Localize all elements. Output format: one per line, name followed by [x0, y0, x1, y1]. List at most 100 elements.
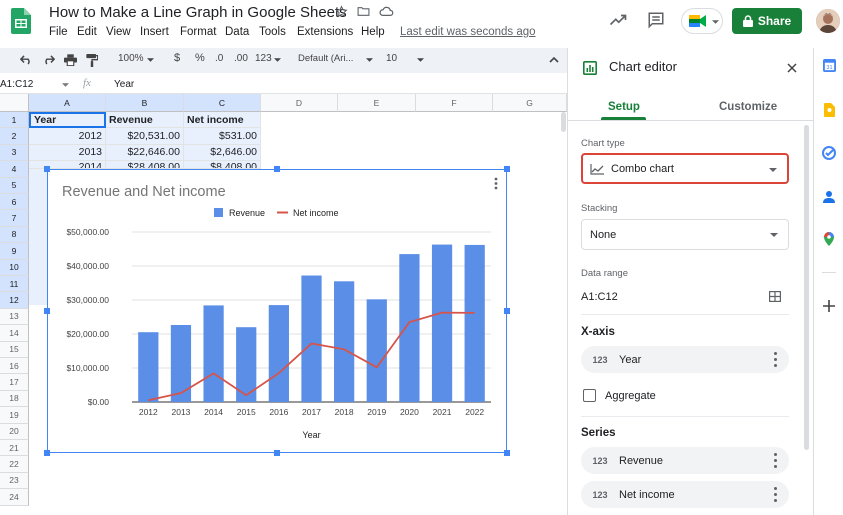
cell-b4[interactable]: $28,408.00	[106, 161, 184, 170]
user-avatar[interactable]	[816, 9, 840, 33]
document-title[interactable]: How to Make a Line Graph in Google Sheet…	[49, 4, 347, 21]
menu-view[interactable]: View	[106, 26, 131, 38]
last-edit-link[interactable]: Last edit was seconds ago	[400, 26, 536, 38]
menu-extensions[interactable]: Extensions	[297, 26, 353, 38]
undo-icon[interactable]	[18, 53, 34, 67]
select-all-corner[interactable]	[0, 94, 29, 112]
cloud-status-icon[interactable]	[378, 4, 394, 18]
chart-object[interactable]: Revenue and Net income Revenue Net income $…	[47, 169, 507, 453]
cell-c3[interactable]: $2,646.00	[184, 144, 261, 162]
x-axis-chip[interactable]: 123 Year	[581, 346, 789, 373]
paint-format-icon[interactable]	[84, 53, 100, 67]
row-header-16[interactable]: 16	[0, 358, 29, 375]
cell-a4[interactable]: 2014	[29, 161, 106, 170]
series-chip-revenue[interactable]: 123 Revenue	[581, 447, 789, 474]
resize-handle[interactable]	[44, 308, 50, 314]
decrease-decimal-button[interactable]: .0	[215, 53, 223, 64]
contacts-icon[interactable]	[822, 189, 836, 203]
comments-icon[interactable]	[646, 10, 666, 30]
row-header-22[interactable]: 22	[0, 456, 29, 473]
chart-type-select[interactable]: Combo chart	[581, 153, 789, 184]
menu-insert[interactable]: Insert	[140, 26, 169, 38]
menu-file[interactable]: File	[49, 26, 68, 38]
format-currency-button[interactable]: $	[174, 52, 180, 64]
name-box[interactable]: A1:C12	[0, 79, 33, 90]
row-header-21[interactable]: 21	[0, 440, 29, 457]
share-button[interactable]: Share	[732, 8, 802, 34]
resize-handle[interactable]	[274, 450, 280, 456]
aggregate-checkbox[interactable]	[583, 389, 596, 402]
row-header-1[interactable]: 1	[0, 112, 29, 129]
cell-a3[interactable]: 2013	[29, 144, 106, 162]
tab-setup[interactable]: Setup	[608, 101, 640, 113]
close-icon[interactable]	[785, 61, 799, 75]
row-header-10[interactable]: 10	[0, 259, 29, 276]
move-folder-icon[interactable]	[356, 4, 370, 18]
more-formats-button[interactable]: 123	[255, 53, 272, 64]
row-header-24[interactable]: 24	[0, 489, 29, 506]
data-range-value[interactable]: A1:C12	[581, 291, 618, 303]
column-header-e[interactable]: E	[338, 94, 416, 112]
menu-help[interactable]: Help	[361, 26, 385, 38]
column-header-b[interactable]: B	[106, 94, 184, 112]
cell-b2[interactable]: $20,531.00	[106, 128, 184, 145]
resize-handle[interactable]	[274, 166, 280, 172]
cell-a2[interactable]: 2012	[29, 128, 106, 145]
calendar-icon[interactable]: 31	[822, 58, 836, 72]
row-header-18[interactable]: 18	[0, 390, 29, 408]
cell-c1[interactable]: Net income	[184, 112, 261, 129]
row-header-5[interactable]: 5	[0, 177, 29, 194]
row-header-9[interactable]: 9	[0, 243, 29, 260]
column-header-a[interactable]: A	[29, 94, 106, 112]
increase-decimal-button[interactable]: .00	[234, 53, 248, 64]
stacking-select[interactable]: None	[581, 219, 789, 250]
row-header-3[interactable]: 3	[0, 144, 29, 162]
cell-b1[interactable]: Revenue	[106, 112, 184, 129]
editor-scrollbar[interactable]	[804, 125, 809, 450]
resize-handle[interactable]	[44, 166, 50, 172]
cell-b3[interactable]: $22,646.00	[106, 144, 184, 162]
column-header-f[interactable]: F	[416, 94, 493, 112]
zoom-select[interactable]: 100%	[118, 53, 144, 64]
menu-data[interactable]: Data	[225, 26, 249, 38]
meet-button[interactable]	[681, 8, 723, 34]
resize-handle[interactable]	[44, 450, 50, 456]
tasks-icon[interactable]	[822, 146, 836, 160]
print-icon[interactable]	[62, 53, 78, 67]
row-header-15[interactable]: 15	[0, 341, 29, 358]
row-header-11[interactable]: 11	[0, 276, 29, 293]
editor-scroll-thumb-top[interactable]	[561, 112, 566, 132]
row-header-23[interactable]: 23	[0, 472, 29, 490]
row-header-12[interactable]: 12	[0, 292, 29, 309]
column-header-g[interactable]: G	[493, 94, 567, 112]
row-header-2[interactable]: 2	[0, 128, 29, 145]
series-chip-net-income[interactable]: 123 Net income	[581, 481, 789, 508]
column-header-c[interactable]: C	[184, 94, 261, 112]
menu-format[interactable]: Format	[180, 26, 216, 38]
menu-edit[interactable]: Edit	[77, 26, 97, 38]
menu-tools[interactable]: Tools	[259, 26, 286, 38]
row-header-14[interactable]: 14	[0, 325, 29, 342]
tab-customize[interactable]: Customize	[719, 101, 777, 113]
select-range-icon[interactable]	[768, 290, 782, 303]
star-icon[interactable]	[334, 4, 348, 18]
more-options-icon[interactable]	[774, 453, 777, 468]
redo-icon[interactable]	[40, 53, 56, 67]
font-size-select[interactable]: 10	[386, 53, 397, 64]
row-header-6[interactable]: 6	[0, 194, 29, 211]
keep-icon[interactable]	[822, 103, 836, 117]
format-percent-button[interactable]: %	[195, 52, 205, 64]
collapse-menus-icon[interactable]	[547, 53, 561, 67]
column-header-d[interactable]: D	[261, 94, 338, 112]
row-header-20[interactable]: 20	[0, 423, 29, 440]
cell-c4[interactable]: $8,408.00	[184, 161, 261, 170]
font-family-select[interactable]: Default (Ari...	[298, 53, 353, 64]
row-header-19[interactable]: 19	[0, 407, 29, 424]
more-options-icon[interactable]	[774, 487, 777, 502]
row-header-7[interactable]: 7	[0, 210, 29, 227]
row-header-8[interactable]: 8	[0, 226, 29, 244]
cell-c2[interactable]: $531.00	[184, 128, 261, 145]
trending-icon[interactable]	[608, 10, 628, 30]
cell-a1[interactable]: Year	[29, 112, 106, 129]
sheets-logo-icon[interactable]	[11, 8, 31, 34]
